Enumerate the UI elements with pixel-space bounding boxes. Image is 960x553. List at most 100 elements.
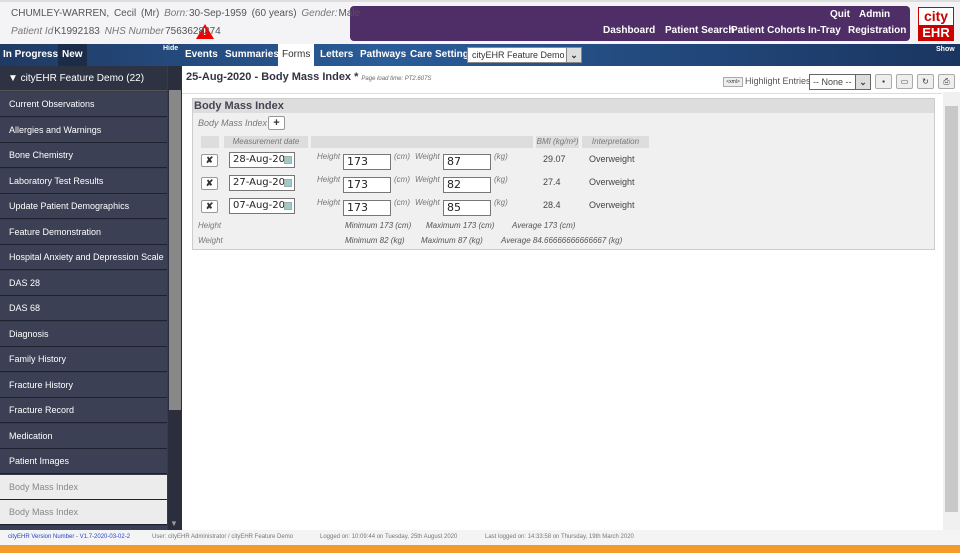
care-setting-select[interactable]: cityEHR Feature Demo ⌄ [467,47,582,63]
sidebar-item[interactable]: Fracture Record [0,398,167,423]
date-input[interactable]: 27-Aug-20 [229,175,295,191]
interpretation-value: Overweight [589,177,635,187]
bmi-value: 27.4 [543,177,561,187]
hide-sidebar-button[interactable]: Hide [163,45,178,52]
menu-registration[interactable]: Registration [848,25,906,36]
highlight-entries-select[interactable]: -- None -- ⌄ [809,74,871,90]
quit-link[interactable]: Quit [830,9,850,20]
sidebar-scrollbar[interactable]: ▼ [168,66,182,530]
tab-new[interactable]: New [58,44,87,66]
calendar-icon[interactable] [284,156,292,164]
tab-in-progress[interactable]: In Progress [3,44,58,66]
view-icon[interactable]: ▭ [896,74,913,89]
patient-id-label: Patient Id [11,26,54,37]
height-label: Height [317,198,341,207]
header-blank [201,136,219,148]
height-input[interactable]: 173 [343,154,391,170]
main-scroll-thumb[interactable] [945,106,958,512]
sidebar-item[interactable]: Laboratory Test Results [0,168,167,194]
weight-input[interactable]: 87 [443,154,491,170]
delete-row-button[interactable]: ✘ [201,200,218,213]
sidebar-item[interactable]: Hospital Anxiety and Depression Scale [0,245,167,270]
height-label: Height [317,175,341,184]
height-min: Minimum 173 (cm) [345,221,412,230]
date-input[interactable]: 28-Aug-20 [229,152,295,168]
sidebar-group-header[interactable]: ▼ cityEHR Feature Demo (22) [0,66,167,91]
entry-label: Body Mass Index [198,118,268,128]
menu-dashboard[interactable]: Dashboard [603,25,655,36]
show-button[interactable]: Show [936,46,955,53]
footer-bar [0,545,960,553]
tab-letters[interactable]: Letters [320,44,353,66]
date-value: 27-Aug-20 [233,177,285,188]
nhs-value: 7563628274 [165,26,221,37]
patient-surname: CHUMLEY-WARREN, [11,8,110,19]
highlight-entries-label: Highlight Entries [745,76,811,86]
xml-button[interactable]: <xml> [723,77,743,87]
care-setting-label: Care Setting: [410,49,473,60]
chevron-down-icon: ⌄ [855,75,870,89]
age: (60 years) [251,8,297,19]
patient-header: CHUMLEY-WARREN, Cecil (Mr) Born:30-Sep-1… [0,0,960,44]
page-title: 25-Aug-2020 - Body Mass Index * Page load… [186,71,431,83]
sidebar-item[interactable]: Medication [0,423,167,449]
calendar-icon[interactable] [284,202,292,210]
calendar-icon[interactable] [284,179,292,187]
tab-forms[interactable]: Forms [278,44,315,66]
patient-line-1: CHUMLEY-WARREN, Cecil (Mr) Born:30-Sep-1… [11,8,362,19]
sidebar-item[interactable]: Update Patient Demographics [0,194,167,219]
patient-given-name: Cecil [113,8,137,19]
main-content: 25-Aug-2020 - Body Mass Index * Page load… [182,66,960,530]
interpretation-value: Overweight [589,154,635,164]
add-entry-button[interactable]: + [268,116,285,130]
menu-patient-search[interactable]: Patient Search [665,25,734,36]
main-scrollbar[interactable] [943,92,960,530]
admin-link[interactable]: Admin [859,9,890,20]
weight-min: Minimum 82 (kg) [345,236,405,245]
menu-in-tray[interactable]: In-Tray [808,25,841,36]
height-max: Maximum 173 (cm) [426,221,495,230]
kg-unit: (kg) [494,152,508,161]
refresh-icon[interactable]: ↻ [917,74,934,89]
chevron-down-icon: ⌄ [566,48,581,62]
delete-row-button[interactable]: ✘ [201,177,218,190]
sidebar-item[interactable]: Allergies and Warnings [0,117,167,143]
weight-avg: Average 84.66666666666667 (kg) [501,236,623,245]
sidebar-item[interactable]: Fracture History [0,372,167,398]
cm-unit: (cm) [394,175,410,184]
sidebar-item[interactable]: Family History [0,347,167,372]
sidebar-item[interactable]: Body Mass Index [0,474,167,500]
sidebar-item[interactable]: Body Mass Index [0,500,167,525]
height-input[interactable]: 173 [343,200,391,216]
divider [182,93,942,94]
height-avg: Average 173 (cm) [512,221,576,230]
sidebar-scroll-thumb[interactable] [169,90,181,410]
patient-title: (Mr) [140,8,160,19]
sidebar-item[interactable]: Current Observations [0,92,167,117]
gender-label: Gender: [301,8,338,19]
chevron-down-icon[interactable]: ▼ [170,519,178,528]
weight-input[interactable]: 85 [443,200,491,216]
weight-stats-label: Weight [198,236,223,245]
weight-label: Weight [415,152,440,161]
weight-input[interactable]: 82 [443,177,491,193]
kg-unit: (kg) [494,175,508,184]
sidebar-item[interactable]: Patient Images [0,449,167,474]
sidebar-item[interactable]: DAS 68 [0,296,167,321]
sidebar-item[interactable]: DAS 28 [0,270,167,296]
delete-row-button[interactable]: ✘ [201,154,218,167]
page-load-time: Page load time: PT2.607S [361,76,432,82]
tab-pathways[interactable]: Pathways [360,44,406,66]
tab-events[interactable]: Events [185,44,218,66]
sidebar-item[interactable]: Bone Chemistry [0,143,167,168]
save-icon[interactable]: ▪ [875,74,892,89]
tab-summaries[interactable]: Summaries [225,44,279,66]
sidebar-item[interactable]: Diagnosis [0,321,167,347]
sidebar: ▼ cityEHR Feature Demo (22) Current Obse… [0,66,182,530]
height-input[interactable]: 173 [343,177,391,193]
menu-patient-cohorts[interactable]: Patient Cohorts [731,25,805,36]
sidebar-item[interactable]: Feature Demonstration [0,219,167,245]
footer-logged-on: Logged on: 10:09:44 on Tuesday, 25th Aug… [320,534,458,540]
date-input[interactable]: 07-Aug-20 [229,198,295,214]
print-icon[interactable]: ⎙ [938,74,955,89]
